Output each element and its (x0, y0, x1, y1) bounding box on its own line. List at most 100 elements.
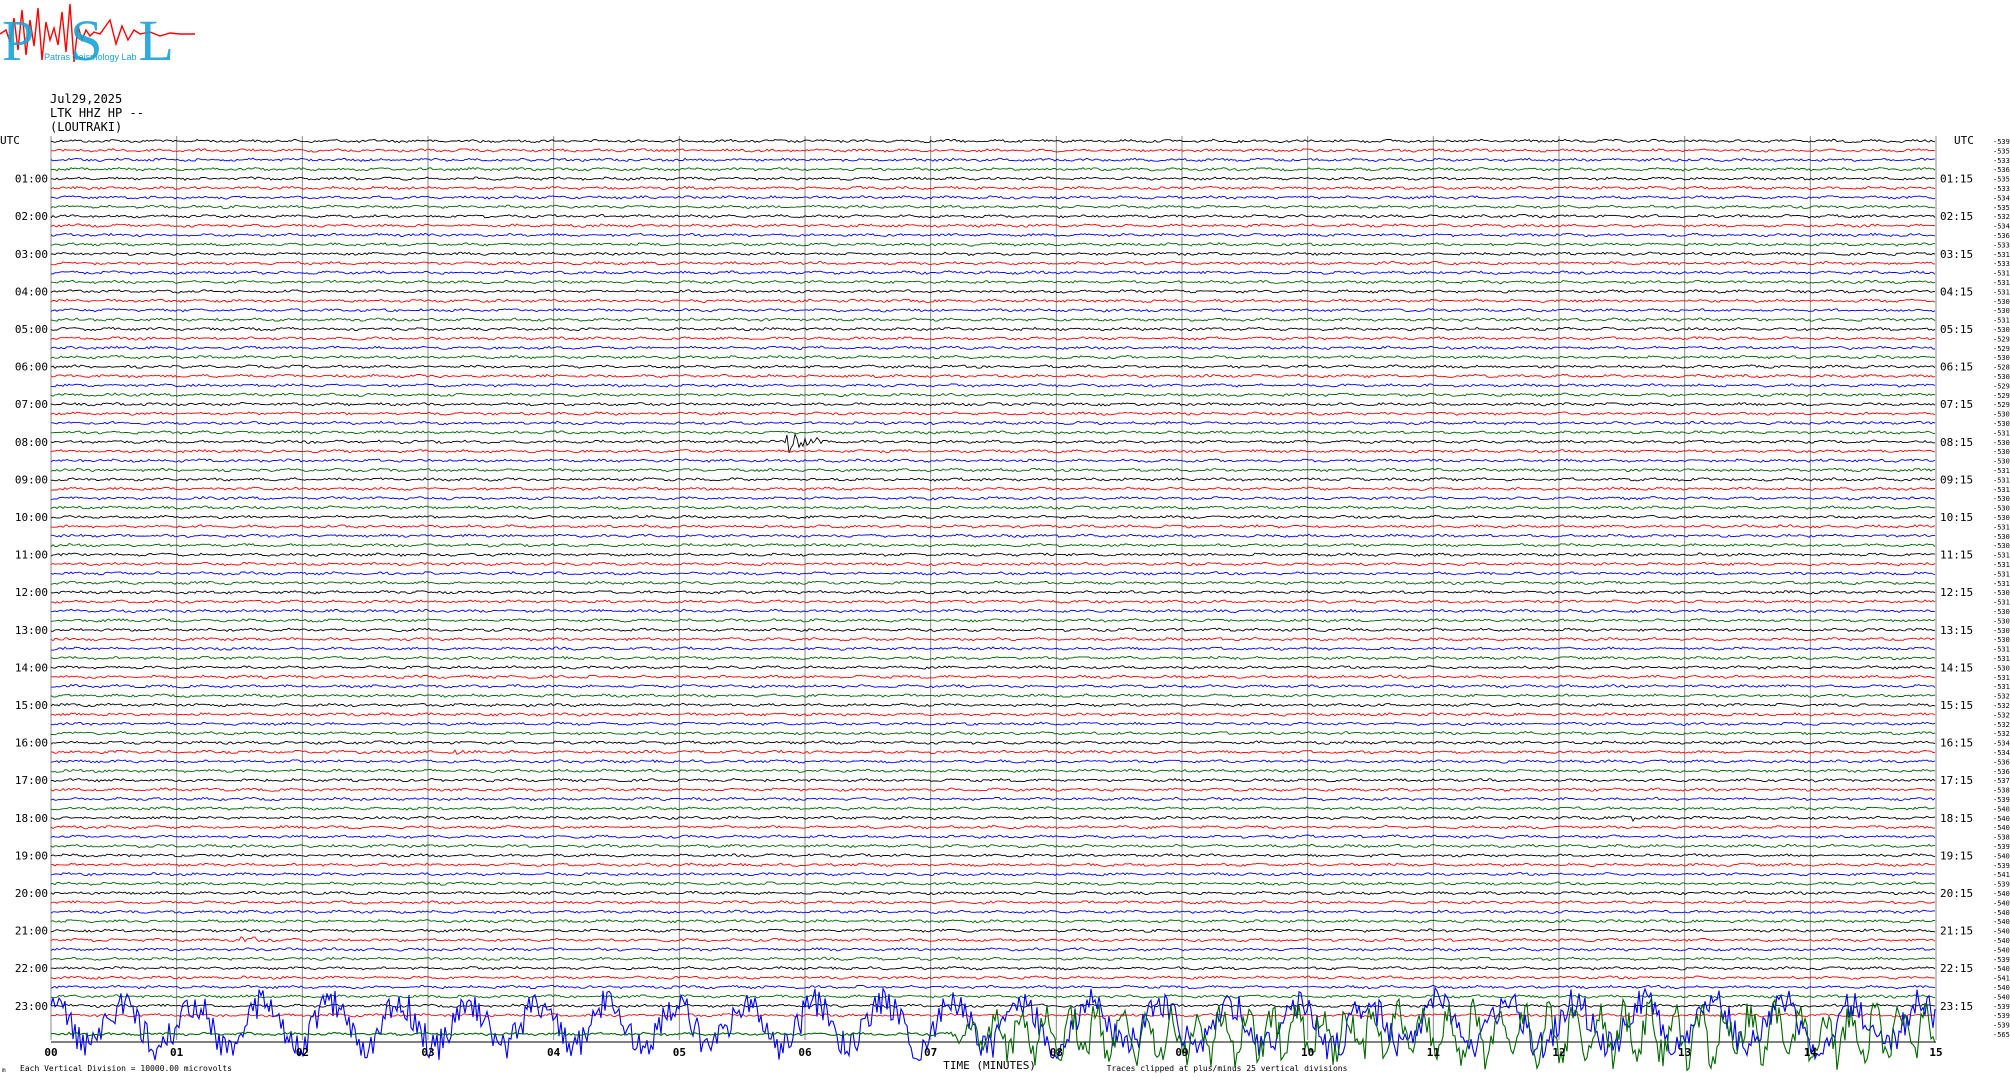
trace-offset-label-1: -5351 (1993, 147, 2010, 155)
trace-offset-label-77: -5398 (1993, 862, 2010, 870)
right-hour-label: 23:15 (1940, 1000, 1973, 1013)
x-tick-label: 15 (1929, 1046, 1942, 1059)
trace-86 (50, 947, 1936, 952)
trace-offset-label-82: -5401 (1993, 909, 2010, 917)
axis-labels: -5391-5351-5335-5365-5356-5334-5349-5352… (0, 134, 2010, 1074)
trace-offset-label-20: -5306 (1993, 326, 2010, 334)
trace-2 (50, 157, 1936, 163)
left-hour-label: 22:00 (15, 962, 48, 975)
trace-6 (50, 195, 1936, 200)
trace-offset-label-63: -5320 (1993, 730, 2010, 738)
left-hour-label: 07:00 (15, 398, 48, 411)
right-hour-label: 22:15 (1940, 962, 1973, 975)
left-hour-label: 20:00 (15, 887, 48, 900)
left-hour-label: 23:00 (15, 1000, 48, 1013)
trace-89 (50, 975, 1936, 980)
trace-84 (50, 928, 1936, 933)
trace-offset-label-91: -5404 (1993, 993, 2010, 1001)
trace-offset-label-36: -5314 (1993, 476, 2010, 484)
trace-offset-label-0: -5391 (1993, 138, 2010, 146)
left-hour-label: 14:00 (15, 661, 48, 674)
trace-10 (50, 232, 1936, 238)
x-axis-title: TIME (MINUTES) (943, 1059, 1036, 1072)
trace-offset-label-47: -5316 (1993, 580, 2010, 588)
trace-46 (50, 571, 1936, 576)
trace-83 (50, 918, 1936, 924)
trace-35 (50, 467, 1936, 473)
trace-offset-label-93: -5396 (1993, 1012, 2010, 1020)
left-hour-label: 21:00 (15, 925, 48, 938)
right-hour-label: 11:15 (1940, 549, 1973, 562)
x-tick-label: 07 (924, 1046, 937, 1059)
trace-75 (50, 843, 1936, 849)
trace-17 (50, 298, 1936, 304)
left-hour-label: 12:00 (15, 586, 48, 599)
trace-offset-label-48: -5307 (1993, 589, 2010, 597)
trace-offset-label-89: -5414 (1993, 975, 2010, 983)
trace-19 (50, 317, 1936, 322)
trace-offset-label-90: -5401 (1993, 984, 2010, 992)
trace-offset-label-68: -5376 (1993, 777, 2010, 785)
trace-offset-label-56: -5308 (1993, 664, 2010, 672)
trace-offset-label-50: -5301 (1993, 608, 2010, 616)
trace-43 (50, 542, 1936, 548)
trace-7 (50, 204, 1936, 209)
trace-offset-label-2: -5335 (1993, 157, 2010, 165)
trace-offset-label-65: -5349 (1993, 749, 2010, 757)
trace-91 (50, 994, 1936, 999)
trace-67 (50, 768, 1936, 774)
trace-offset-label-85: -5404 (1993, 937, 2010, 945)
trace-94 (50, 986, 1936, 1062)
left-hour-label: 10:00 (15, 511, 48, 524)
left-hour-label: 15:00 (15, 699, 48, 712)
trace-8 (50, 214, 1936, 219)
right-hour-label: 14:15 (1940, 661, 1973, 674)
trace-44 (50, 552, 1936, 557)
clip-note: Traces clipped at plus/minus 25 vertical… (1107, 1064, 1348, 1073)
footer-mark: m (2, 1067, 6, 1074)
trace-4 (50, 176, 1936, 181)
trace-39 (50, 505, 1936, 510)
trace-41 (50, 524, 1936, 529)
right-hour-label: 10:15 (1940, 511, 1973, 524)
trace-81 (50, 900, 1936, 905)
trace-offset-label-67: -5366 (1993, 768, 2010, 776)
trace-offset-label-30: -5304 (1993, 420, 2010, 428)
trace-56 (50, 665, 1936, 670)
trace-73 (50, 825, 1936, 830)
trace-offset-label-73: -5408 (1993, 824, 2010, 832)
trace-offset-label-81: -5403 (1993, 899, 2010, 907)
trace-offset-label-5: -5334 (1993, 185, 2010, 193)
trace-13 (50, 260, 1936, 266)
left-hour-label: 04:00 (15, 285, 48, 298)
trace-45 (50, 561, 1936, 567)
trace-14 (50, 270, 1936, 275)
trace-25 (50, 373, 1936, 379)
trace-87 (50, 956, 1936, 962)
trace-offset-label-66: -5365 (1993, 758, 2010, 766)
trace-offset-label-25: -5303 (1993, 373, 2010, 381)
trace-offset-label-28: -5290 (1993, 401, 2010, 409)
trace-offset-label-17: -5308 (1993, 298, 2010, 306)
trace-offset-label-11: -5331 (1993, 241, 2010, 249)
trace-offset-label-13: -5333 (1993, 260, 2010, 268)
trace-offset-label-84: -5404 (1993, 928, 2010, 936)
trace-offset-label-75: -5397 (1993, 843, 2010, 851)
trace-37 (50, 486, 1935, 492)
x-tick-label: 05 (673, 1046, 686, 1059)
trace-61 (50, 712, 1936, 717)
trace-27 (50, 392, 1936, 398)
trace-52 (50, 627, 1936, 633)
left-axis-title: UTC (0, 134, 20, 147)
right-hour-label: 03:15 (1940, 248, 1973, 261)
trace-offset-label-27: -5292 (1993, 392, 2010, 400)
trace-72 (50, 815, 1936, 822)
x-tick-label: 13 (1678, 1046, 1691, 1059)
record-date: Jul29,2025 (50, 92, 123, 106)
trace-offset-label-69: -5389 (1993, 787, 2010, 795)
trace-40 (50, 514, 1936, 520)
trace-76 (50, 853, 1936, 858)
trace-54 (50, 646, 1936, 651)
station-channel: LTK HHZ HP -- (50, 106, 144, 120)
trace-offset-label-80: -5408 (1993, 890, 2010, 898)
